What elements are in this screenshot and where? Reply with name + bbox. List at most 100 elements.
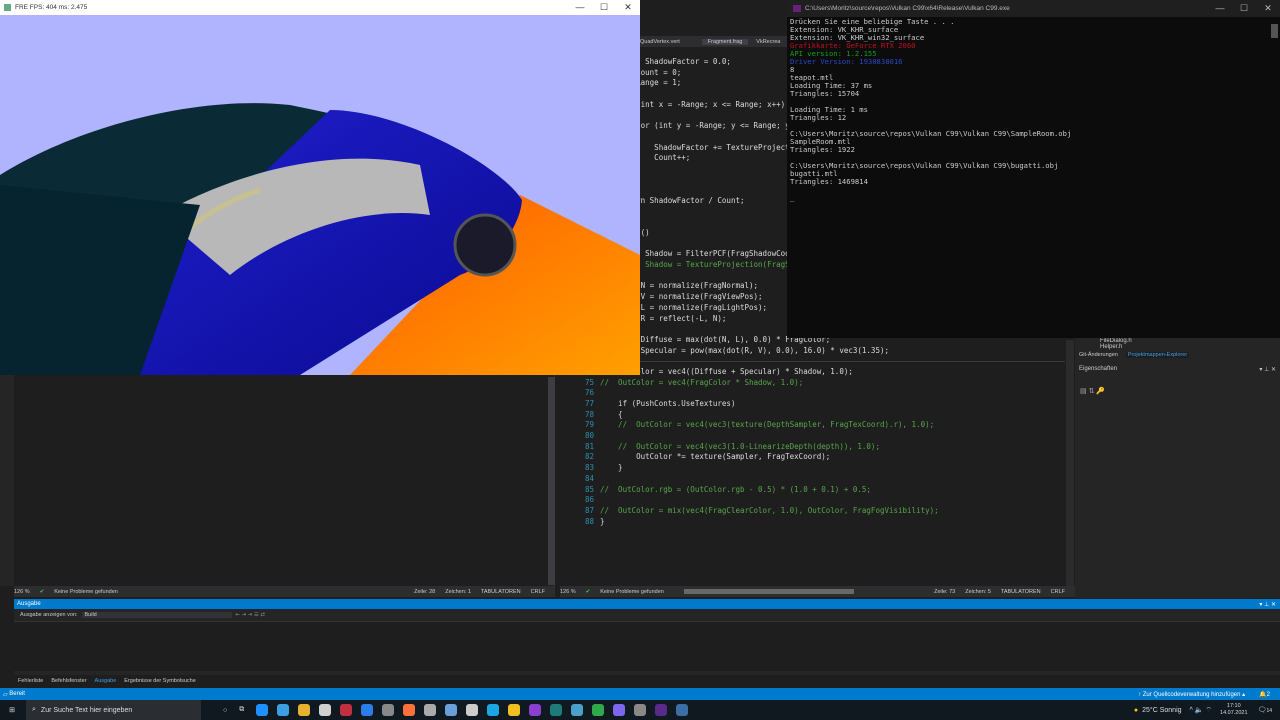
output-source-select[interactable]: Build: [81, 612, 232, 618]
problems-status[interactable]: Keine Probleme gefunden: [600, 589, 664, 595]
code-line[interactable]: 79 // OutColor = vec4(vec3(texture(Depth…: [560, 420, 1068, 431]
weather-icon: ●: [1133, 706, 1139, 714]
taskbar-app-icon[interactable]: [298, 704, 311, 716]
search-icon: ⌕: [32, 706, 36, 713]
code-line[interactable]: 76: [560, 388, 1068, 399]
console-line: Triangles: 15704: [790, 89, 860, 98]
zoom-level[interactable]: 126 %: [560, 589, 576, 595]
left-editor-scrollbar[interactable]: [548, 377, 555, 585]
horizontal-scrollbar[interactable]: [683, 589, 854, 594]
task-view-icon[interactable]: ⧉: [239, 706, 244, 714]
source-control-button[interactable]: ↑ Zur Quellcodeverwaltung hinzufügen ▴: [1138, 691, 1245, 698]
output-text[interactable]: [14, 621, 1280, 671]
line-number: 85: [584, 484, 594, 494]
code-text: if (PushConts.UseTextures): [600, 399, 736, 408]
indent-mode[interactable]: TABULATOREN: [1001, 589, 1041, 595]
maximize-button[interactable]: ☐: [592, 2, 616, 13]
taskbar-app-icon[interactable]: [487, 704, 500, 716]
clock-time[interactable]: 17:10: [1220, 703, 1248, 710]
action-center-icon[interactable]: 🗨14: [1258, 706, 1272, 714]
taskbar-app-icon[interactable]: [550, 704, 563, 716]
code-line[interactable]: 84: [560, 474, 1068, 485]
taskbar-app-icon[interactable]: [571, 704, 584, 716]
taskbar-app-icon[interactable]: [445, 704, 458, 716]
console-scrollbar[interactable]: [1271, 24, 1278, 38]
code-line[interactable]: 88}: [560, 517, 1068, 528]
left-editor-pane[interactable]: [0, 375, 555, 586]
taskbar-app-icon[interactable]: [529, 704, 542, 716]
line-number: 87: [584, 505, 594, 515]
tab-symbol-results[interactable]: Ergebnisse der Symbolsuche: [124, 678, 196, 684]
eol-mode[interactable]: CRLF: [1051, 589, 1065, 595]
notifications-icon[interactable]: 🔔2: [1259, 691, 1270, 698]
search-input[interactable]: Zur Suche Text hier eingeben: [41, 707, 132, 714]
taskbar-app-icon[interactable]: [613, 704, 626, 716]
tray-icons[interactable]: ^ 🔈 ⌔: [1190, 706, 1212, 715]
close-button[interactable]: ✕: [616, 2, 640, 13]
properties-pin-close[interactable]: ▾ ⊥ ✕: [1259, 366, 1276, 373]
taskbar-app-icon[interactable]: [403, 704, 416, 716]
left-gutter: [0, 375, 14, 586]
problems-status[interactable]: Keine Probleme gefunden: [54, 589, 118, 595]
tab-fragment[interactable]: Fragment.frag: [701, 38, 749, 45]
tab-vkrecreate[interactable]: VkRecrea: [756, 39, 780, 45]
taskbar-app-icon[interactable]: [634, 704, 647, 716]
alphabetical-icon[interactable]: ⇅: [1089, 388, 1095, 395]
tab-command-window[interactable]: Befehlsfenster: [51, 678, 86, 684]
cortana-icon[interactable]: ○: [223, 707, 227, 714]
output-pin-close[interactable]: ▾ ⊥ ✕: [1259, 601, 1280, 608]
tab-quadvertex[interactable]: QuadVertex.vert: [640, 39, 680, 45]
taskbar-app-icon[interactable]: [340, 704, 353, 716]
eol-mode[interactable]: CRLF: [531, 589, 545, 595]
console-minimize-button[interactable]: —: [1208, 3, 1232, 14]
console-maximize-button[interactable]: ☐: [1232, 3, 1256, 14]
render-titlebar[interactable]: FRE FPS: 404 ms: 2.475 — ☐ ✕: [0, 0, 640, 15]
code-line[interactable]: 87 // OutColor = mix(vec4(FragClearColor,…: [560, 506, 1068, 517]
line-number: 81: [584, 441, 594, 451]
output-toolbar-icons[interactable]: ⇤ ⇥ ⇥ ☰ ⇄: [236, 612, 265, 618]
console-close-button[interactable]: ✕: [1256, 3, 1280, 14]
categorized-icon[interactable]: ▤: [1080, 388, 1087, 395]
code-line[interactable]: 80: [560, 431, 1068, 442]
tab-solution-explorer[interactable]: Projektmappen-Explorer: [1125, 352, 1190, 358]
indent-mode[interactable]: TABULATOREN: [481, 589, 521, 595]
code-line[interactable]: 85 // OutColor.rgb = (OutColor.rgb - 0.5)…: [560, 485, 1068, 496]
taskbar-app-icon[interactable]: [592, 704, 605, 716]
tab-git-changes[interactable]: Git-Änderungen: [1079, 352, 1118, 358]
ok-icon: ✔: [585, 588, 591, 595]
tab-output[interactable]: Ausgabe: [95, 678, 117, 684]
taskbar-app-icon[interactable]: [256, 704, 269, 716]
taskbar-app-icon[interactable]: [508, 704, 521, 716]
taskbar-app-icon[interactable]: [655, 704, 668, 716]
taskbar-search[interactable]: ⌕ Zur Suche Text hier eingeben: [26, 700, 201, 720]
line-number: 80: [584, 431, 594, 441]
property-pages-icon[interactable]: 🔑: [1096, 388, 1105, 395]
3d-scene: [0, 15, 640, 375]
taskbar-app-icon[interactable]: [277, 704, 290, 716]
code-line[interactable]: 82 OutColor *= texture(Sampler, FragTexC…: [560, 452, 1068, 463]
console-titlebar[interactable]: C:\Users\Moritz\source\repos\Vulkan C99\…: [787, 0, 1280, 17]
console-window[interactable]: C:\Users\Moritz\source\repos\Vulkan C99\…: [787, 0, 1280, 338]
taskbar-app-icon[interactable]: [319, 704, 332, 716]
tab-error-list[interactable]: Fehlerliste: [18, 678, 43, 684]
taskbar-app-icon[interactable]: [361, 704, 374, 716]
code-line[interactable]: 86: [560, 495, 1068, 506]
start-button[interactable]: ⊞: [0, 706, 24, 714]
render-window[interactable]: FRE FPS: 404 ms: 2.475 — ☐ ✕: [0, 0, 640, 375]
code-line[interactable]: 83 }: [560, 463, 1068, 474]
taskbar-app-icon[interactable]: [424, 704, 437, 716]
code-line[interactable]: 81 // OutColor = vec4(vec3(1.0-Linearize…: [560, 442, 1068, 453]
line-number: 77: [584, 399, 594, 408]
taskbar-app-icon[interactable]: [676, 704, 689, 716]
zoom-level[interactable]: 126 %: [14, 589, 30, 595]
minimize-button[interactable]: —: [568, 2, 592, 13]
taskbar-app-icon[interactable]: [382, 704, 395, 716]
action-center-count: 14: [1266, 708, 1272, 714]
solution-item[interactable]: Helper.h: [1100, 344, 1280, 350]
weather-text[interactable]: 25°C Sonnig: [1142, 707, 1181, 714]
code-line[interactable]: 77 if (PushConts.UseTextures): [560, 399, 1068, 410]
code-line[interactable]: 78 {: [560, 410, 1068, 421]
taskbar-app-icon[interactable]: [466, 704, 479, 716]
clock-date[interactable]: 14.07.2021: [1220, 710, 1248, 717]
code-line[interactable]: 75 // OutColor = vec4(FragColor * Shadow,…: [560, 378, 1068, 389]
